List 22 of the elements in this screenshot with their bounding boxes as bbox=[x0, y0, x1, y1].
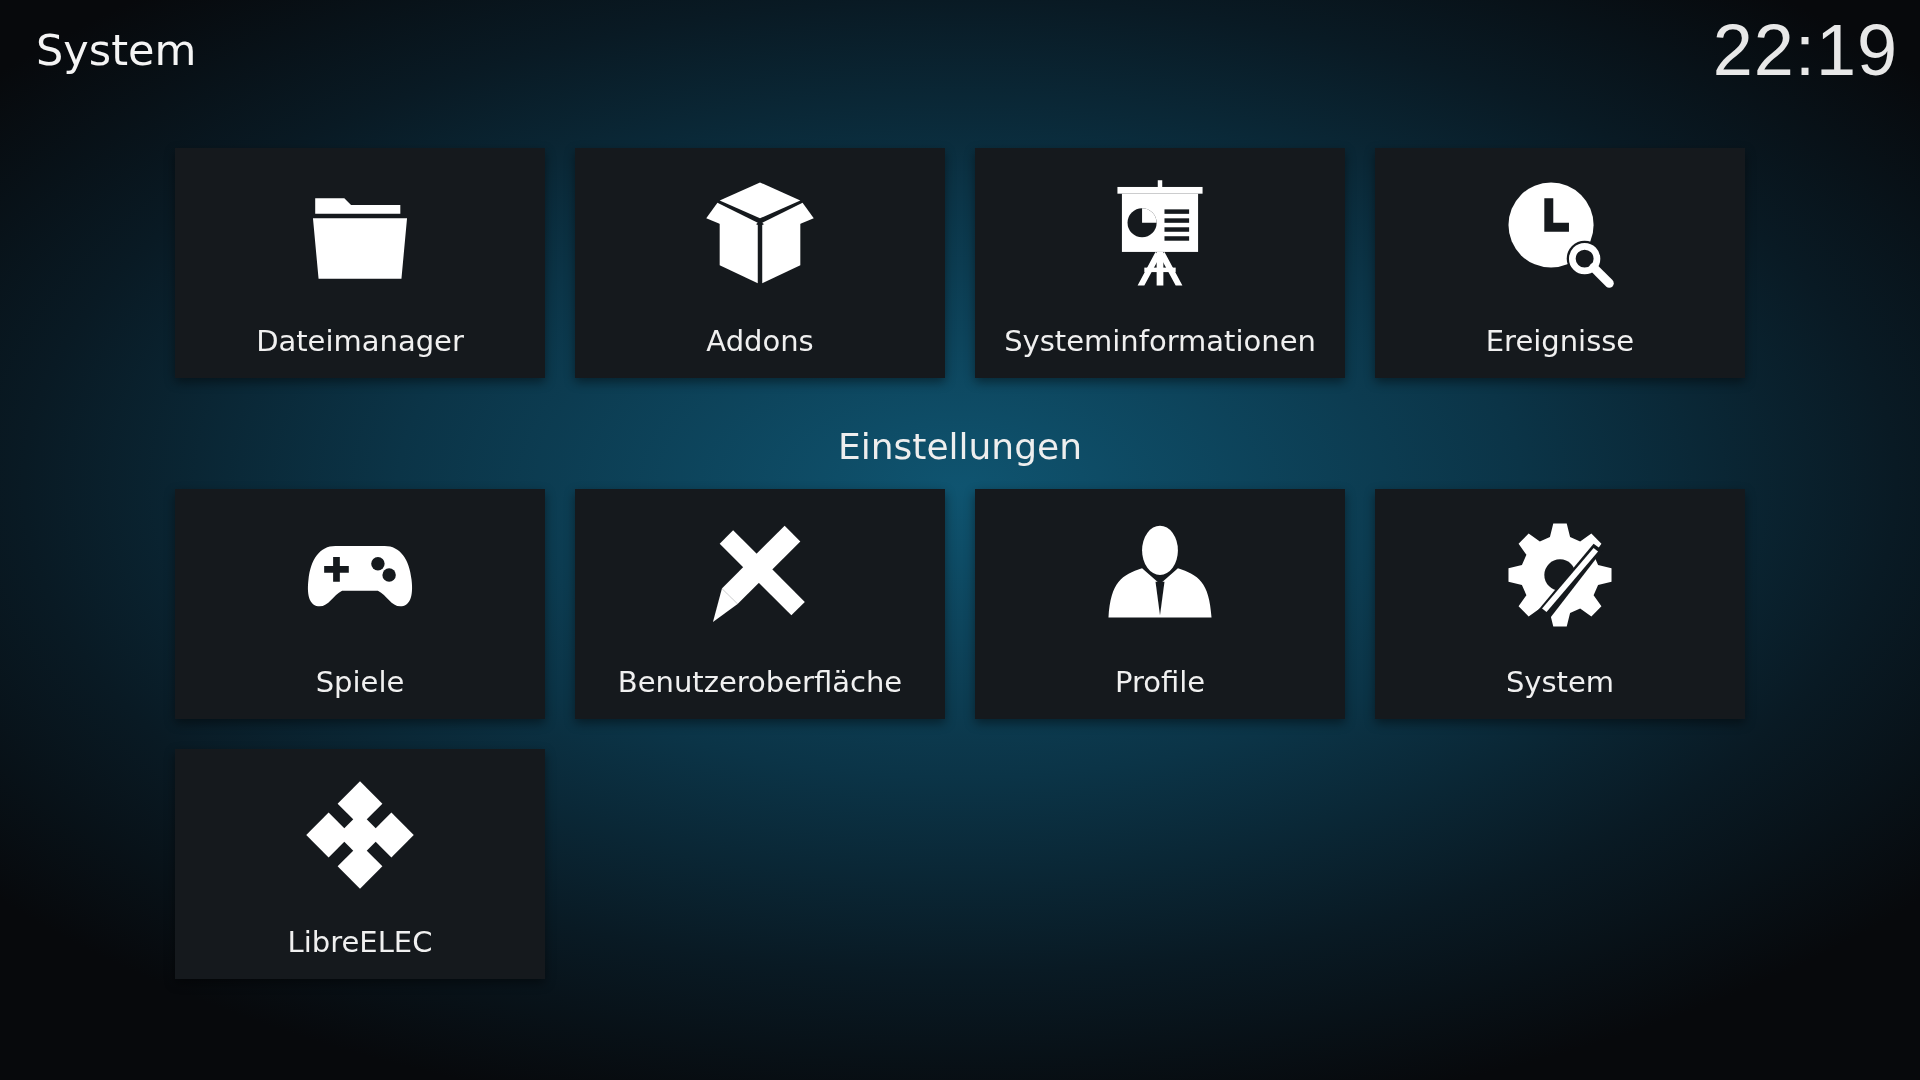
tile-label: Ereignisse bbox=[1485, 324, 1635, 358]
menu-tile[interactable]: Addons bbox=[575, 148, 945, 378]
section-heading: Einstellungen bbox=[837, 426, 1082, 467]
tile-label: Benutzeroberfläche bbox=[617, 665, 903, 699]
menu-tile[interactable]: Spiele bbox=[175, 489, 545, 719]
tile-label: System bbox=[1505, 665, 1615, 699]
menu-tile[interactable]: Profile bbox=[975, 489, 1345, 719]
tile-label: Profile bbox=[1114, 665, 1206, 699]
tile-label: Addons bbox=[706, 324, 814, 358]
tile-label: Spiele bbox=[315, 665, 405, 699]
tile-label: Dateimanager bbox=[256, 324, 464, 358]
tile-label: Systeminformationen bbox=[1004, 324, 1316, 358]
menu-tile[interactable]: System bbox=[1375, 489, 1745, 719]
menu-tile[interactable]: Dateimanager bbox=[175, 148, 545, 378]
diamond-logo-icon bbox=[304, 779, 416, 891]
menu-tile[interactable]: Benutzeroberfläche bbox=[575, 489, 945, 719]
menu-tile[interactable]: LibreELEC bbox=[175, 749, 545, 979]
tile-label: LibreELEC bbox=[287, 925, 433, 959]
menu-tile[interactable]: Ereignisse bbox=[1375, 148, 1745, 378]
clock-time: 22:19 bbox=[1712, 9, 1898, 91]
page-title: System bbox=[36, 25, 197, 75]
menu-tile[interactable]: Systeminformationen bbox=[975, 148, 1345, 378]
